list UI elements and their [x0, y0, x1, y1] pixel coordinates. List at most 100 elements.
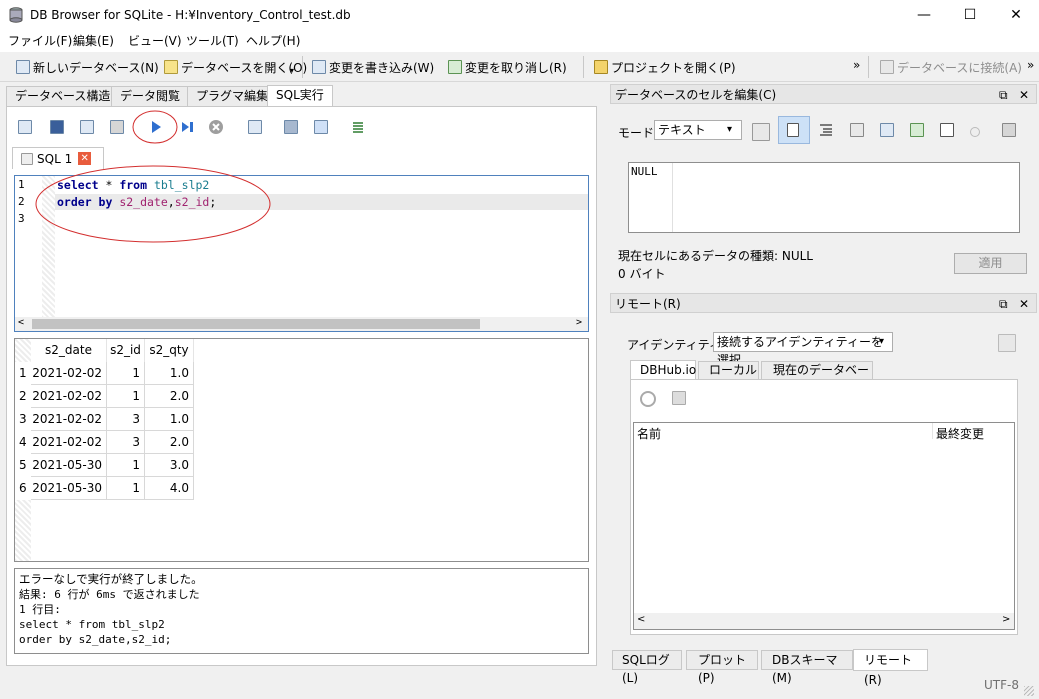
- open-database-button[interactable]: データベースを開く(O): [160, 56, 311, 78]
- row-number[interactable]: 1: [15, 362, 31, 385]
- row-number[interactable]: 3: [15, 408, 31, 431]
- identity-settings-icon[interactable]: [998, 334, 1016, 352]
- table-cell[interactable]: 3: [107, 431, 145, 454]
- table-cell[interactable]: 2021-02-02: [31, 408, 107, 431]
- row-number[interactable]: 2: [15, 385, 31, 408]
- table-cell[interactable]: 1.0: [145, 362, 194, 385]
- write-changes-button[interactable]: 変更を書き込み(W): [308, 56, 438, 78]
- toolbar-overflow-icon-2[interactable]: »: [1027, 58, 1034, 72]
- export-icon[interactable]: [880, 123, 894, 137]
- save-sql-file-icon[interactable]: [80, 120, 94, 134]
- table-cell[interactable]: 1: [107, 454, 145, 477]
- table-cell[interactable]: 1: [107, 477, 145, 500]
- scroll-left-icon[interactable]: <: [637, 614, 645, 625]
- column-header-modified[interactable]: 最終変更: [936, 425, 984, 442]
- remote-tab-dbhub[interactable]: DBHub.io: [630, 360, 696, 380]
- clone-database-icon[interactable]: [672, 391, 686, 405]
- new-database-button[interactable]: 新しいデータベース(N): [12, 56, 163, 78]
- row-number[interactable]: 4: [15, 431, 31, 454]
- tab-remote[interactable]: リモート(R): [853, 649, 928, 687]
- table-cell[interactable]: 1.0: [145, 408, 194, 431]
- edit-cell-dock-header: データベースのセルを編集(C) ⧉ ✕: [610, 84, 1037, 104]
- column-header[interactable]: s2_date: [31, 339, 107, 362]
- tab-sql-log[interactable]: SQLログ(L): [612, 650, 682, 685]
- clear-icon[interactable]: [970, 127, 980, 137]
- menu-edit[interactable]: 編集(E): [73, 32, 114, 50]
- save-results-icon[interactable]: [248, 120, 262, 134]
- cell-value-editor[interactable]: NULL: [628, 162, 1020, 233]
- table-cell[interactable]: 2021-02-02: [31, 385, 107, 408]
- close-window-button[interactable]: ✕: [993, 0, 1039, 30]
- edit-cell-title: データベースのセルを編集(C): [615, 88, 777, 102]
- table-cell[interactable]: 2021-02-02: [31, 362, 107, 385]
- execute-current-line-icon[interactable]: [178, 117, 198, 137]
- column-header[interactable]: s2_id: [107, 339, 145, 362]
- execution-message-box[interactable]: エラーなしで実行が終了しました。 結果: 6 行が 6ms で返されました 1 …: [14, 568, 589, 654]
- comment-lines-icon[interactable]: [350, 119, 366, 135]
- auto-switch-mode-icon[interactable]: [752, 123, 770, 141]
- menu-tools[interactable]: ツール(T): [186, 32, 239, 50]
- print-cell-icon[interactable]: [1002, 123, 1016, 137]
- maximize-button[interactable]: ☐: [947, 0, 993, 30]
- menu-help[interactable]: ヘルプ(H): [246, 32, 300, 50]
- float-dock-icon[interactable]: ⧉: [999, 85, 1008, 105]
- table-cell[interactable]: 2.0: [145, 385, 194, 408]
- minimize-button[interactable]: —: [901, 0, 947, 30]
- table-cell[interactable]: 3: [107, 408, 145, 431]
- find-icon[interactable]: [284, 120, 298, 134]
- tab-edit-pragmas[interactable]: プラグマ編集: [187, 86, 278, 106]
- remote-tab-local[interactable]: ローカル: [698, 361, 759, 380]
- stop-execution-icon[interactable]: [206, 117, 226, 137]
- find-replace-icon[interactable]: [314, 120, 328, 134]
- open-project-label: プロジェクトを開く(P): [611, 60, 736, 75]
- open-database-dropdown-icon[interactable]: ▾: [290, 66, 294, 75]
- revert-changes-button[interactable]: 変更を取り消し(R): [444, 56, 571, 78]
- tab-browse-data[interactable]: データ閲覧: [111, 86, 190, 106]
- tab-database-structure[interactable]: データベース構造: [6, 86, 120, 106]
- resize-grip-icon[interactable]: [1024, 686, 1034, 696]
- row-number[interactable]: 5: [15, 454, 31, 477]
- remote-file-list[interactable]: 名前 最終変更 < >: [633, 422, 1015, 630]
- connect-database-button[interactable]: データベースに接続(A): [876, 56, 1026, 78]
- tab-execute-sql[interactable]: SQL実行: [267, 85, 333, 107]
- close-dock-icon[interactable]: ✕: [1019, 85, 1029, 105]
- table-cell[interactable]: 2021-05-30: [31, 477, 107, 500]
- table-cell[interactable]: 1: [107, 362, 145, 385]
- editor-horizontal-scrollbar[interactable]: < >: [15, 317, 588, 331]
- menu-view[interactable]: ビュー(V): [128, 32, 182, 50]
- apply-button[interactable]: 適用: [954, 253, 1027, 274]
- column-header[interactable]: s2_qty: [145, 339, 194, 362]
- mode-select[interactable]: テキスト ▾: [654, 120, 742, 140]
- open-tab-icon[interactable]: [18, 120, 32, 134]
- print-icon[interactable]: [110, 120, 124, 134]
- scroll-left-icon[interactable]: <: [18, 317, 24, 328]
- remote-list-scrollbar[interactable]: < >: [634, 613, 1014, 629]
- scrollbar-thumb[interactable]: [32, 319, 480, 329]
- table-cell[interactable]: 2021-05-30: [31, 454, 107, 477]
- table-cell[interactable]: 2021-02-02: [31, 431, 107, 454]
- refresh-icon[interactable]: [640, 391, 656, 407]
- open-project-button[interactable]: プロジェクトを開く(P): [590, 56, 740, 78]
- menu-file[interactable]: ファイル(F): [8, 32, 72, 50]
- row-number[interactable]: 6: [15, 477, 31, 500]
- import-icon[interactable]: [850, 123, 864, 137]
- revert-changes-icon: [448, 60, 462, 74]
- set-null-icon[interactable]: [910, 123, 924, 137]
- close-dock-icon[interactable]: ✕: [1019, 294, 1029, 314]
- identity-select[interactable]: 接続するアイデンティティーを選択 ▾: [713, 332, 893, 367]
- image-icon[interactable]: [940, 123, 954, 137]
- toolbar-overflow-icon[interactable]: »: [853, 58, 860, 72]
- scroll-right-icon[interactable]: >: [576, 317, 582, 328]
- float-dock-icon[interactable]: ⧉: [999, 294, 1008, 314]
- tab-db-schema[interactable]: DBスキーマ(M): [761, 650, 853, 685]
- remote-tab-current-db[interactable]: 現在のデータベース: [761, 361, 873, 394]
- table-cell[interactable]: 1: [107, 385, 145, 408]
- open-sql-file-icon[interactable]: [50, 120, 64, 134]
- table-cell[interactable]: 4.0: [145, 477, 194, 500]
- column-header-name[interactable]: 名前: [637, 425, 661, 442]
- table-cell[interactable]: 2.0: [145, 431, 194, 454]
- tab-plot[interactable]: プロット(P): [686, 650, 758, 685]
- table-cell[interactable]: 3.0: [145, 454, 194, 477]
- indent-icon[interactable]: [818, 123, 834, 137]
- scroll-right-icon[interactable]: >: [1002, 614, 1010, 625]
